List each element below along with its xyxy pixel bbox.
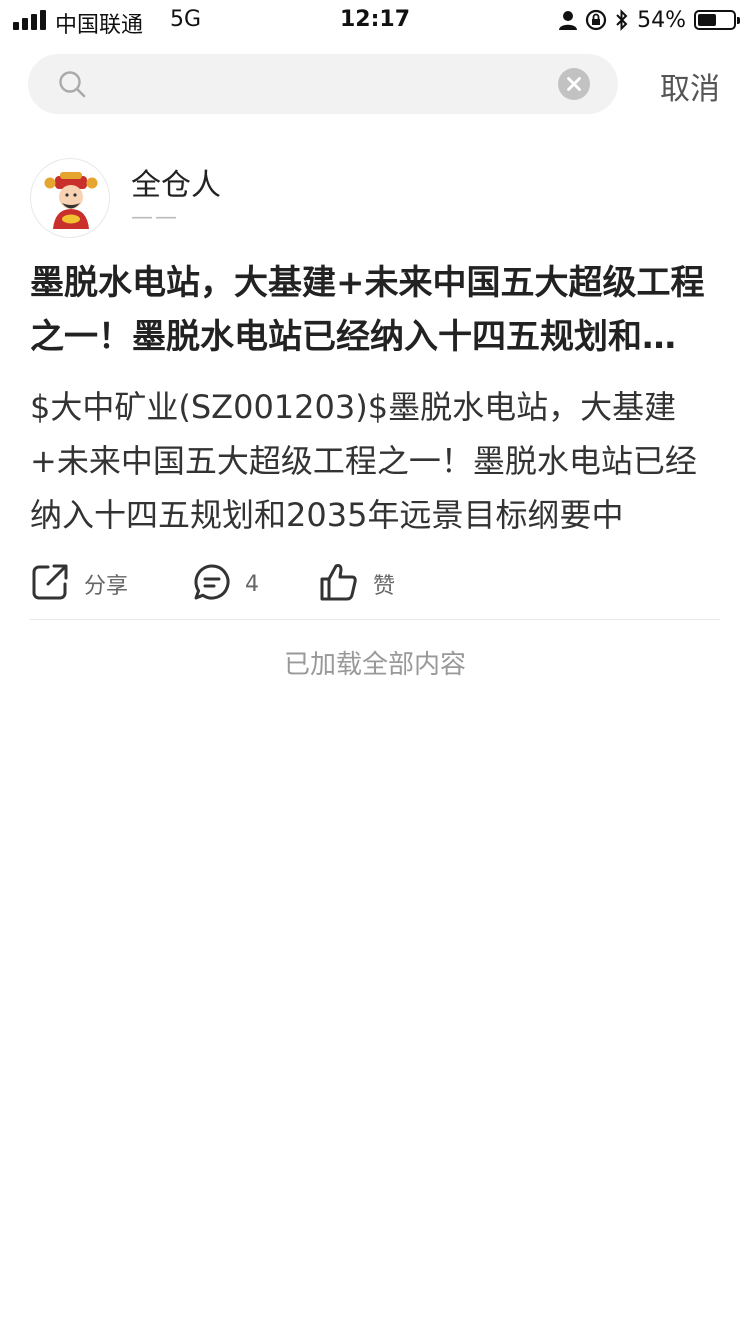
post-actions: 分享 4 赞: [30, 560, 720, 608]
battery-percent: 54%: [637, 7, 686, 33]
all-loaded-text: 已加载全部内容: [283, 650, 466, 680]
search-bar[interactable]: [28, 54, 618, 114]
thumbs-up-icon: [319, 562, 359, 606]
search-input[interactable]: [108, 64, 568, 104]
comment-count: 4: [245, 571, 259, 597]
status-indicators: 54%: [551, 6, 740, 34]
cancel-button[interactable]: 取消: [650, 64, 730, 108]
clear-icon[interactable]: [558, 68, 590, 100]
battery-icon: [694, 10, 740, 30]
post-body[interactable]: $大中矿业(SZ001203)$墨脱水电站，大基建+未来中国五大超级工程之一！墨…: [30, 380, 720, 542]
status-bar: 中国联通 5G 12:17 54%: [0, 0, 750, 40]
like-label: 赞: [373, 574, 396, 599]
rotation-lock-icon: [585, 9, 607, 31]
person-icon: [559, 10, 578, 30]
author-name[interactable]: 全仓人: [131, 160, 221, 204]
share-label: 分享: [84, 574, 129, 599]
comment-button[interactable]: 4: [193, 560, 259, 608]
share-icon: [30, 562, 70, 606]
divider: [30, 619, 720, 620]
author-subtitle: ——: [131, 205, 179, 230]
share-button[interactable]: 分享: [30, 560, 128, 608]
post-title[interactable]: 墨脱水电站，大基建+未来中国五大超级工程之一！墨脱水电站已经纳入十四五规划和20…: [30, 256, 720, 364]
avatar[interactable]: [30, 158, 110, 238]
bluetooth-icon: [615, 9, 629, 31]
like-button[interactable]: 赞: [319, 560, 395, 608]
comment-icon: [193, 563, 231, 605]
search-icon: [58, 70, 86, 98]
